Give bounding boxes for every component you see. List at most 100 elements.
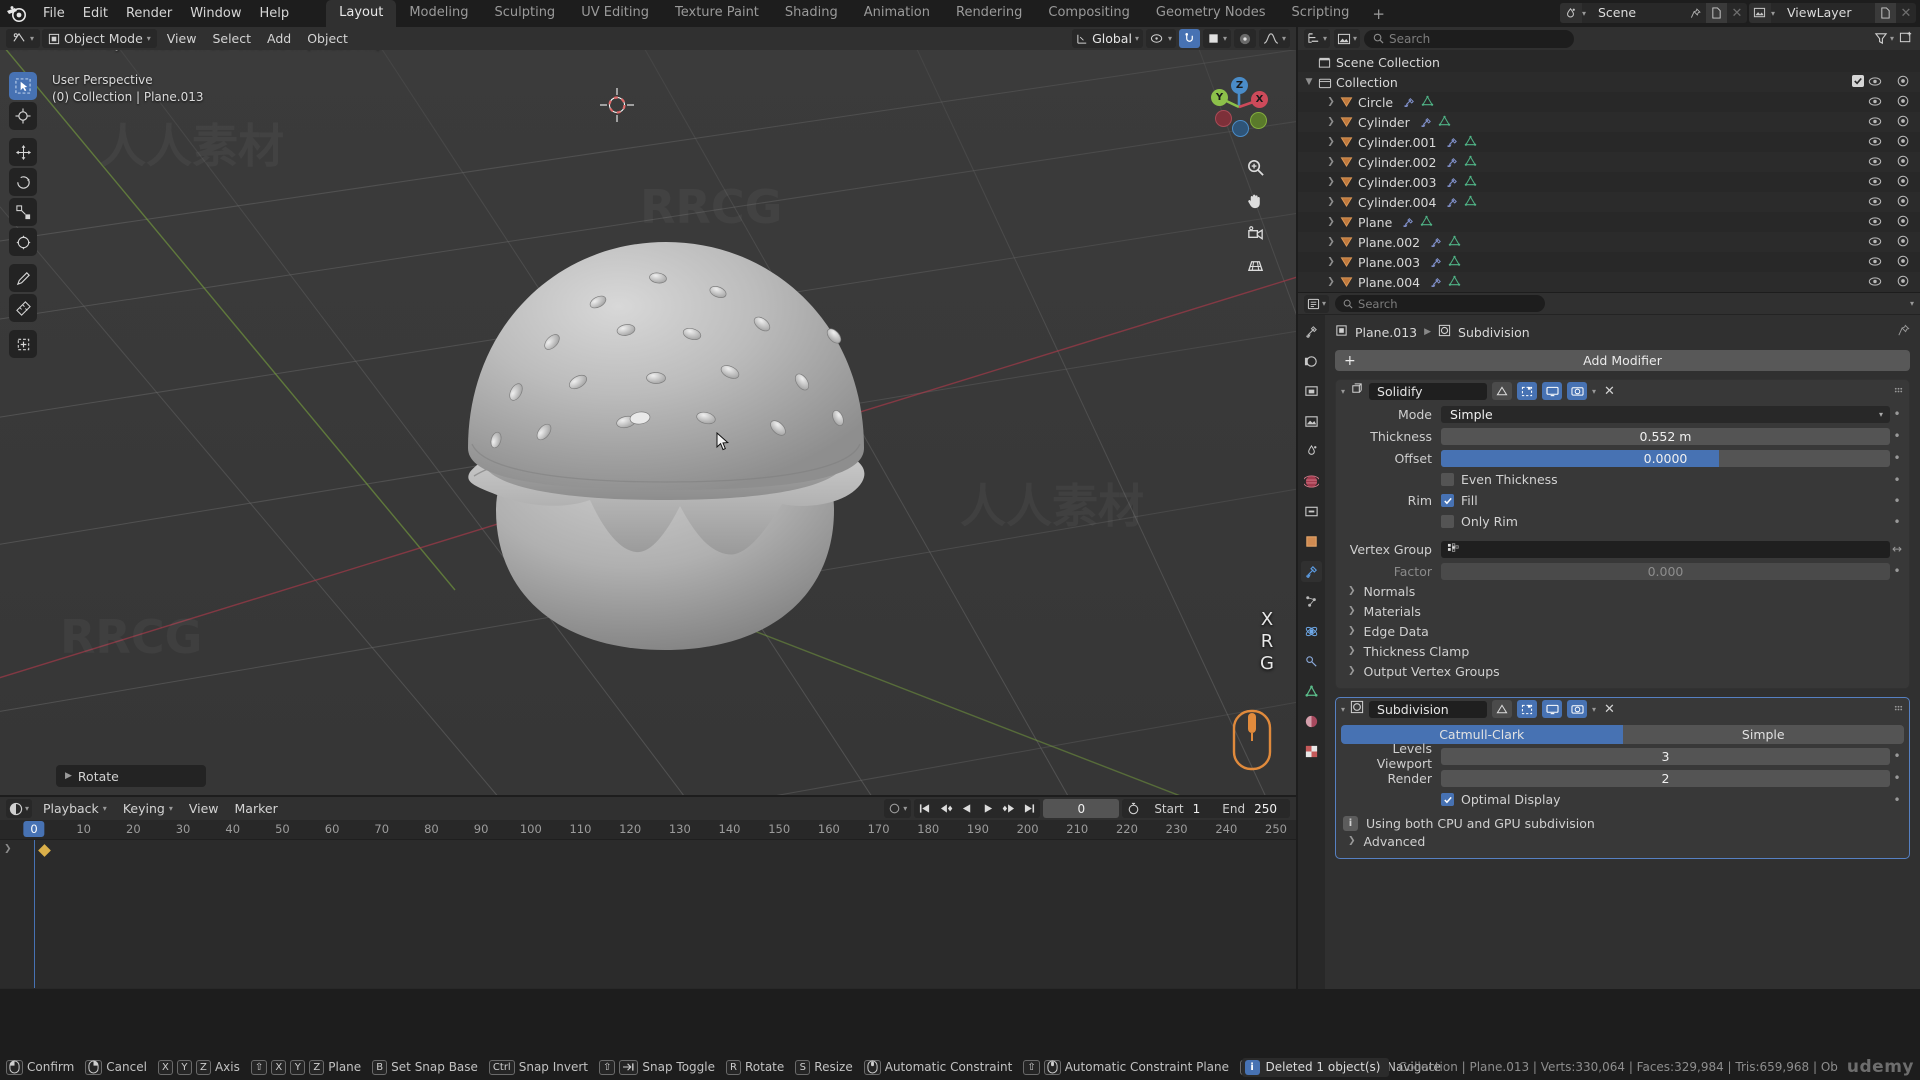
new-scene-button[interactable]	[1705, 3, 1727, 23]
mesh-data-icon[interactable]	[1448, 275, 1461, 290]
proportional-editing-selector[interactable]: ▾	[1202, 29, 1231, 48]
animate-property-dot[interactable]: •	[1890, 771, 1904, 785]
tab-output[interactable]	[1301, 381, 1322, 402]
add-workspace-button[interactable]: +	[1362, 1, 1395, 27]
field-offset[interactable]: 0.0000	[1441, 449, 1890, 467]
viewport-menu-object[interactable]: Object	[299, 29, 356, 48]
item-disclosure-icon[interactable]: ❯	[1324, 217, 1338, 227]
modifier-expand-icon[interactable]: ▾	[1341, 387, 1345, 396]
timeline-menu-marker[interactable]: Marker	[227, 799, 286, 818]
modifier-name-field[interactable]: Subdivision	[1369, 700, 1488, 718]
tool-cursor[interactable]	[9, 102, 37, 130]
section-output-vertex-groups[interactable]: ❯ Output Vertex Groups	[1336, 661, 1909, 681]
item-camera-icon[interactable]	[1896, 215, 1910, 230]
checkbox-even-thickness[interactable]	[1441, 473, 1454, 486]
tab-modifiers[interactable]	[1301, 561, 1322, 582]
play-reverse-button[interactable]	[956, 799, 977, 818]
current-frame-field[interactable]: 0	[1043, 799, 1120, 818]
channel-expand-icon[interactable]: ❯	[4, 844, 12, 854]
timeline-menu-view[interactable]: View	[181, 799, 227, 818]
modifier-name-field[interactable]: Solidify	[1369, 382, 1488, 400]
item-disclosure-icon[interactable]: ❯	[1324, 277, 1338, 287]
modifier-icon[interactable]	[1430, 275, 1443, 290]
item-camera-icon[interactable]	[1896, 275, 1910, 290]
item-disclosure-icon[interactable]: ❯	[1324, 177, 1338, 187]
item-camera-icon[interactable]	[1896, 135, 1910, 150]
play-button[interactable]	[977, 799, 998, 818]
jump-to-start-button[interactable]	[914, 799, 935, 818]
toggle-on-cage[interactable]	[1492, 700, 1513, 718]
field-levels-viewport[interactable]: 3	[1441, 747, 1890, 765]
interaction-mode-selector[interactable]: Object Mode ▾	[42, 29, 157, 48]
use-preview-range-icon[interactable]	[1122, 802, 1145, 815]
mesh-data-icon[interactable]	[1421, 95, 1434, 110]
pin-properties-icon[interactable]	[1897, 324, 1910, 340]
end-frame-value[interactable]: 250	[1254, 802, 1290, 816]
proportional-falloff-button[interactable]	[1233, 29, 1256, 48]
tab-particles[interactable]	[1301, 591, 1322, 612]
section-edge-data[interactable]: ❯ Edge Data	[1336, 621, 1909, 641]
tab-world[interactable]	[1301, 471, 1322, 492]
pan-hand-icon[interactable]	[1242, 187, 1268, 213]
item-camera-icon[interactable]	[1896, 235, 1910, 250]
outliner-item-plane[interactable]: ❯ Plane	[1298, 212, 1920, 232]
item-camera-icon[interactable]	[1896, 175, 1910, 190]
item-disclosure-icon[interactable]: ❯	[1324, 137, 1338, 147]
section-normals[interactable]: ❯ Normals	[1336, 581, 1909, 601]
modifier-icon[interactable]	[1430, 235, 1443, 250]
gizmo-axis-x[interactable]: X	[1251, 91, 1268, 108]
workspace-tab-rendering[interactable]: Rendering	[943, 0, 1035, 27]
app-menu-render[interactable]: Render	[117, 3, 181, 24]
collection-eye-icon[interactable]	[1868, 75, 1882, 90]
operator-redo-panel[interactable]: ▶ Rotate	[56, 765, 206, 787]
workspace-tab-uv-editing[interactable]: UV Editing	[568, 0, 662, 27]
properties-search-input[interactable]: Search	[1335, 295, 1546, 312]
item-eye-icon[interactable]	[1868, 175, 1882, 190]
mesh-data-icon[interactable]	[1464, 195, 1477, 210]
section-materials[interactable]: ❯ Materials	[1336, 601, 1909, 621]
workspace-tab-layout[interactable]: Layout	[326, 0, 397, 27]
collection-checkbox[interactable]	[1852, 74, 1864, 90]
animate-property-dot[interactable]: •	[1890, 515, 1904, 529]
outliner-editor-type[interactable]: ▾	[1304, 29, 1331, 48]
app-menu-edit[interactable]: Edit	[74, 3, 117, 24]
tab-material[interactable]	[1301, 711, 1322, 732]
add-modifier-button[interactable]: + Add Modifier	[1335, 350, 1910, 371]
animate-property-dot[interactable]: •	[1890, 473, 1904, 487]
modifier-icon[interactable]	[1446, 135, 1459, 150]
timeline-menu-playback[interactable]: Playback ▾	[35, 799, 115, 818]
timeline-menu-keying[interactable]: Keying ▾	[115, 799, 181, 818]
tool-rotate[interactable]	[9, 168, 37, 196]
field-mode[interactable]: Simple ▾	[1441, 405, 1890, 423]
item-disclosure-icon[interactable]: ❯	[1324, 197, 1338, 207]
modifier-delete-icon[interactable]: ✕	[1601, 702, 1618, 717]
app-menu-window[interactable]: Window	[181, 3, 250, 24]
modifier-extras-icon[interactable]: ▾	[1592, 387, 1596, 396]
tab-render[interactable]	[1301, 351, 1322, 372]
status-report[interactable]: i Deleted 1 object(s)	[1241, 1057, 1390, 1077]
tab-object[interactable]	[1301, 531, 1322, 552]
scene-name[interactable]: Scene	[1589, 3, 1686, 23]
section-thickness-clamp[interactable]: ❯ Thickness Clamp	[1336, 641, 1909, 661]
tool-scale[interactable]	[9, 198, 37, 226]
item-disclosure-icon[interactable]: ❯	[1324, 157, 1338, 167]
breadcrumb-modifier-label[interactable]: Subdivision	[1458, 325, 1530, 340]
tab-collection[interactable]	[1301, 501, 1322, 522]
properties-options-chevron-icon[interactable]: ▾	[1910, 299, 1914, 308]
tool-add-cube[interactable]	[9, 330, 37, 358]
mesh-data-icon[interactable]	[1464, 135, 1477, 150]
gizmo-axis-z[interactable]: Z	[1231, 77, 1248, 94]
item-eye-icon[interactable]	[1868, 215, 1882, 230]
tab-object-data[interactable]	[1301, 681, 1322, 702]
item-eye-icon[interactable]	[1868, 95, 1882, 110]
toggle-realtime-display[interactable]	[1542, 700, 1563, 718]
checkbox-only-rim[interactable]	[1441, 515, 1454, 528]
tab-tool[interactable]	[1301, 321, 1322, 342]
toggle-edit-mode-display[interactable]	[1517, 700, 1538, 718]
outliner-collection-row[interactable]: ▼ Collection	[1298, 72, 1920, 92]
outliner-search-input[interactable]: Search	[1364, 29, 1575, 48]
viewport-menu-select[interactable]: Select	[204, 29, 259, 48]
outliner-item-cylinder-003[interactable]: ❯ Cylinder.003	[1298, 172, 1920, 192]
subdivision-type-simple[interactable]: Simple	[1622, 725, 1904, 744]
gizmo-axis-neg-x[interactable]	[1215, 110, 1232, 127]
